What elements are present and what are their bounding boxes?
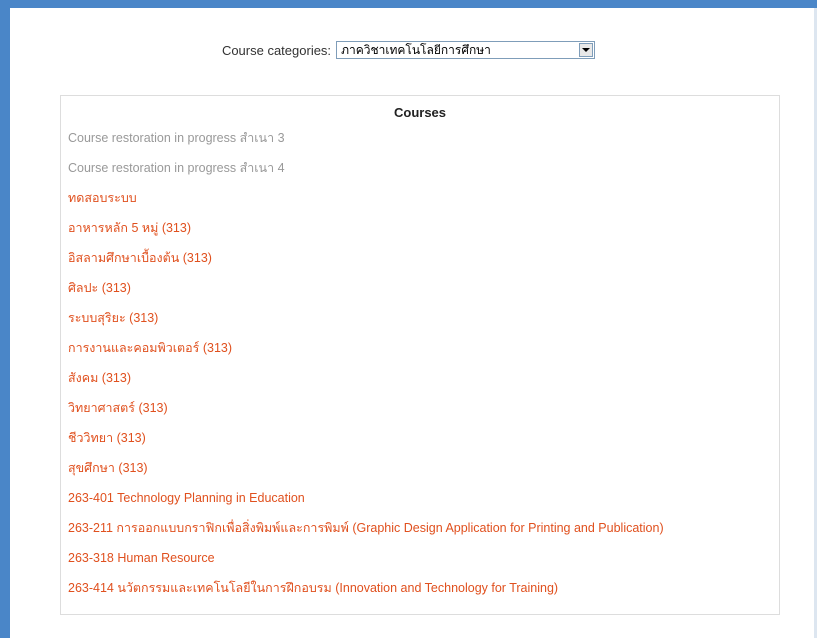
course-link[interactable]: 263-211 การออกแบบกราฟิกเพื่อสิ่งพิมพ์และ… <box>68 521 664 535</box>
courses-header: Courses <box>393 105 447 120</box>
course-link[interactable]: สุขศึกษา (313) <box>68 461 148 475</box>
category-select[interactable]: ภาควิชาเทคโนโลยีการศึกษา <box>336 41 596 59</box>
course-list-item: การงานและคอมพิวเตอร์ (313) <box>61 333 779 363</box>
dropdown-arrow-icon[interactable] <box>579 43 594 57</box>
course-list-item: อาหารหลัก 5 หมู่ (313) <box>61 213 779 243</box>
category-select-value: ภาควิชาเทคโนโลยีการศึกษา <box>341 42 491 57</box>
course-list-item: Course restoration in progress สำเนา 4 <box>61 153 779 183</box>
course-link[interactable]: สังคม (313) <box>68 371 131 385</box>
course-list: Course restoration in progress สำเนา 3 Co… <box>61 123 779 603</box>
course-list-item: ทดสอบระบบ <box>61 183 779 213</box>
course-list-item: ศิลปะ (313) <box>61 273 779 303</box>
course-list-item: ชีววิทยา (313) <box>61 423 779 453</box>
course-list-item: 263-318 Human Resource <box>61 543 779 573</box>
category-label: Course categories: <box>221 42 332 58</box>
courses-panel: Courses Course restoration in progress ส… <box>60 95 780 615</box>
course-list-item: สังคม (313) <box>61 363 779 393</box>
course-link[interactable]: ชีววิทยา (313) <box>68 431 146 445</box>
course-list-item: 263-401 Technology Planning in Education <box>61 483 779 513</box>
course-list-item: 263-414 นวัตกรรมและเทคโนโลยีในการฝึกอบรม… <box>61 573 779 603</box>
course-link[interactable]: Course restoration in progress สำเนา 4 <box>68 161 285 175</box>
course-list-item: วิทยาศาสตร์ (313) <box>61 393 779 423</box>
course-link[interactable]: ทดสอบระบบ <box>68 191 137 205</box>
course-link[interactable]: ระบบสุริยะ (313) <box>68 311 158 325</box>
course-link[interactable]: 263-414 นวัตกรรมและเทคโนโลยีในการฝึกอบรม… <box>68 581 558 595</box>
course-link[interactable]: 263-318 Human Resource <box>68 551 215 565</box>
category-selector-row: Course categories: ภาควิชาเทคโนโลยีการศึ… <box>0 38 817 62</box>
course-list-item: ระบบสุริยะ (313) <box>61 303 779 333</box>
course-link[interactable]: อาหารหลัก 5 หมู่ (313) <box>68 221 191 235</box>
course-list-item: สุขศึกษา (313) <box>61 453 779 483</box>
course-list-item: Course restoration in progress สำเนา 3 <box>61 123 779 153</box>
course-link[interactable]: ศิลปะ (313) <box>68 281 131 295</box>
course-link[interactable]: การงานและคอมพิวเตอร์ (313) <box>68 341 232 355</box>
course-link[interactable]: อิสลามศึกษาเบื้องต้น (313) <box>68 251 212 265</box>
course-link[interactable]: วิทยาศาสตร์ (313) <box>68 401 168 415</box>
top-accent-bar <box>0 0 817 8</box>
course-list-item: อิสลามศึกษาเบื้องต้น (313) <box>61 243 779 273</box>
course-link[interactable]: Course restoration in progress สำเนา 3 <box>68 131 285 145</box>
left-accent-bar <box>0 0 10 638</box>
course-list-item: 263-211 การออกแบบกราฟิกเพื่อสิ่งพิมพ์และ… <box>61 513 779 543</box>
course-link[interactable]: 263-401 Technology Planning in Education <box>68 491 305 505</box>
